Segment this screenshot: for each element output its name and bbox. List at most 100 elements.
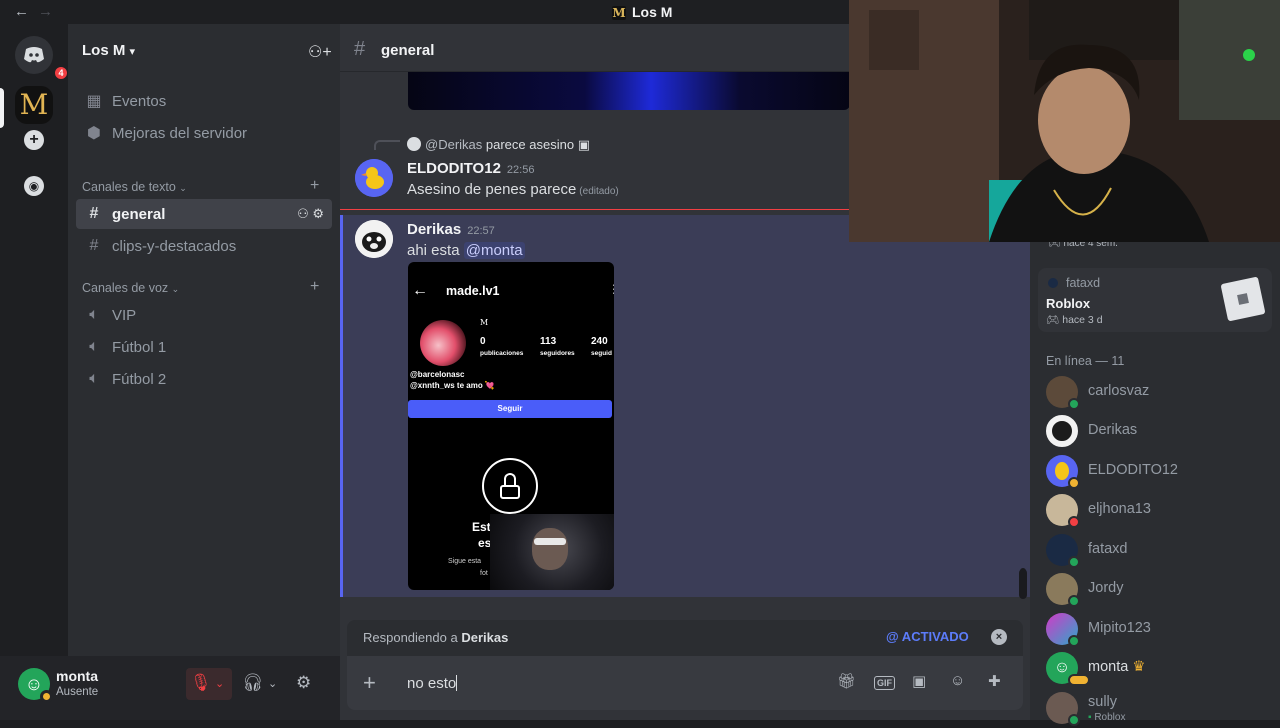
- category-text-channels[interactable]: Canales de texto ⌄: [82, 180, 187, 194]
- stat-value: 240: [591, 336, 608, 347]
- edited-tag: (editado): [579, 186, 619, 197]
- invite-people-icon[interactable]: ⚇+: [308, 42, 332, 62]
- crown-icon: ♛: [1132, 659, 1146, 675]
- mention-ping-toggle[interactable]: @ ACTIVADO: [886, 629, 969, 644]
- overlay-webcam-image: [490, 514, 614, 590]
- profile-name: M: [480, 318, 489, 327]
- gear-icon[interactable]: ⚙: [312, 206, 324, 221]
- status-dnd-icon: [1068, 516, 1080, 528]
- activity-game: Roblox: [1046, 296, 1091, 311]
- add-server-icon[interactable]: +: [24, 130, 44, 150]
- member-row[interactable]: Jordy: [1038, 569, 1272, 609]
- text-caret: [456, 675, 458, 691]
- server-name: Los M: [82, 42, 126, 59]
- status-online-icon: [1068, 635, 1080, 647]
- cancel-reply-close-icon[interactable]: ×: [991, 629, 1007, 645]
- replying-to-user: Derikas: [461, 630, 509, 645]
- activity-user: fataxd: [1066, 276, 1101, 290]
- message-body: Asesino de penes parece: [407, 181, 577, 198]
- member-row[interactable]: Mipito123: [1038, 609, 1272, 649]
- gift-icon[interactable]: 🎁︎: [837, 672, 856, 690]
- chevron-down-icon: ⌄: [171, 284, 180, 294]
- category-label: Canales de voz: [82, 281, 169, 295]
- status-idle-icon: [1068, 674, 1090, 686]
- boosts-label: Mejoras del servidor: [112, 124, 248, 142]
- member-row[interactable]: ELDODITO12: [1038, 451, 1272, 491]
- speaker-icon: 🔈︎: [89, 306, 99, 323]
- image-attachment-screenshot[interactable]: ← made.lv1 ⋮ M 0 publicaciones 113 segui…: [408, 262, 614, 590]
- stat-label: seguidores: [540, 350, 575, 357]
- member-row[interactable]: fataxd: [1038, 530, 1272, 570]
- member-row[interactable]: carlosvaz: [1038, 372, 1272, 412]
- server-name-dropdown[interactable]: Los M ▾: [82, 42, 135, 59]
- gif-icon[interactable]: GIF: [874, 676, 895, 690]
- reply-reference[interactable]: @Derikas parece asesino ▣: [407, 137, 590, 153]
- stat-label: seguid: [591, 350, 612, 357]
- message-author[interactable]: ELDODITO12 22:56: [407, 160, 534, 177]
- channel-general[interactable]: # general ⚇ ⚙: [76, 199, 332, 229]
- channel-clips[interactable]: # clips-y-destacados: [76, 231, 332, 261]
- member-row[interactable]: eljhona13: [1038, 490, 1272, 530]
- member-row[interactable]: ☺ monta ♛: [1038, 648, 1272, 688]
- image-attachment[interactable]: [408, 72, 850, 110]
- mic-options-chevron-icon[interactable]: ⌄: [215, 677, 224, 690]
- member-name: ELDODITO12: [1088, 462, 1178, 478]
- channel-label: general: [112, 205, 166, 223]
- reply-ref-user: @Derikas: [425, 137, 483, 152]
- message-author[interactable]: Derikas 22:57: [407, 221, 495, 238]
- category-label: Canales de texto: [82, 180, 176, 194]
- add-attachment-plus-icon[interactable]: +: [363, 670, 376, 696]
- profile-bio: @barcelonasc @xnnth_ws te amo 💘: [410, 369, 495, 391]
- voice-channel-futbol-1[interactable]: 🔈︎ Fútbol 1: [76, 332, 332, 362]
- channel-tools[interactable]: ⚇ ⚙: [297, 206, 324, 222]
- user-mention[interactable]: @monta: [463, 242, 525, 259]
- message-composer: + no esto 🎁︎ GIF ▣ ☺ ✚: [347, 656, 1023, 710]
- hash-icon: #: [89, 205, 99, 222]
- events-item[interactable]: ▦ Eventos: [76, 86, 332, 116]
- headphones-icon[interactable]: 🎧︎: [242, 673, 264, 693]
- message-time: 22:56: [506, 164, 535, 176]
- member-name: eljhona13: [1088, 501, 1151, 517]
- calendar-icon: ▦: [86, 93, 102, 110]
- emoji-icon[interactable]: ☺: [950, 672, 965, 689]
- member-row[interactable]: sully ▪ Roblox: [1038, 688, 1272, 728]
- avatar[interactable]: [355, 159, 393, 197]
- activity-card[interactable]: fataxd Roblox 🎮︎ hace 3 d: [1038, 268, 1272, 332]
- category-voice-channels[interactable]: Canales de voz ⌄: [82, 281, 179, 295]
- forward-arrow-icon[interactable]: →: [38, 3, 53, 20]
- gear-icon[interactable]: ⚙: [296, 673, 311, 693]
- member-activity-text: Roblox: [1094, 712, 1126, 723]
- invite-icon[interactable]: ⚇: [297, 206, 309, 221]
- explore-compass-icon[interactable]: ◉: [24, 176, 44, 196]
- back-arrow-icon[interactable]: ←: [14, 3, 29, 20]
- speaker-icon: 🔈︎: [89, 338, 99, 355]
- channel-label: VIP: [112, 306, 137, 324]
- create-voice-channel-icon[interactable]: +: [310, 278, 319, 296]
- audio-options-chevron-icon[interactable]: ⌄: [268, 677, 277, 690]
- apps-icon[interactable]: ✚: [988, 672, 1001, 690]
- image-icon: ▣: [577, 137, 590, 152]
- message-input[interactable]: no esto: [407, 675, 458, 692]
- member-row[interactable]: Derikas: [1038, 411, 1272, 451]
- channel-title: general: [381, 42, 435, 59]
- voice-channel-futbol-2[interactable]: 🔈︎ Fútbol 2: [76, 364, 332, 394]
- avatar[interactable]: [355, 220, 393, 258]
- server-boosts-item[interactable]: ⬢ Mejoras del servidor: [76, 118, 332, 148]
- selected-server-pill: [0, 88, 4, 128]
- create-channel-icon[interactable]: +: [310, 177, 319, 195]
- mic-muted-icon[interactable]: 🎙︎: [190, 673, 212, 693]
- member-scrollbar[interactable]: [1020, 568, 1026, 598]
- small-avatar-icon: [407, 137, 421, 151]
- duck-avatar-icon: [355, 159, 393, 197]
- status-online-icon: [1068, 398, 1080, 410]
- member-name-text: monta: [1088, 659, 1129, 675]
- voice-channel-vip[interactable]: 🔈︎ VIP: [76, 300, 332, 330]
- message-time: 22:57: [467, 225, 495, 237]
- server-los-m[interactable]: M: [15, 86, 53, 124]
- sticker-icon[interactable]: ▣: [912, 672, 926, 690]
- discord-logo-icon: [24, 47, 44, 63]
- bio-line: @xnnth_ws te amo 💘: [410, 381, 495, 390]
- status-online-icon: [1068, 714, 1080, 726]
- direct-messages-button[interactable]: 4: [15, 36, 70, 82]
- status-idle-icon: [1068, 477, 1080, 489]
